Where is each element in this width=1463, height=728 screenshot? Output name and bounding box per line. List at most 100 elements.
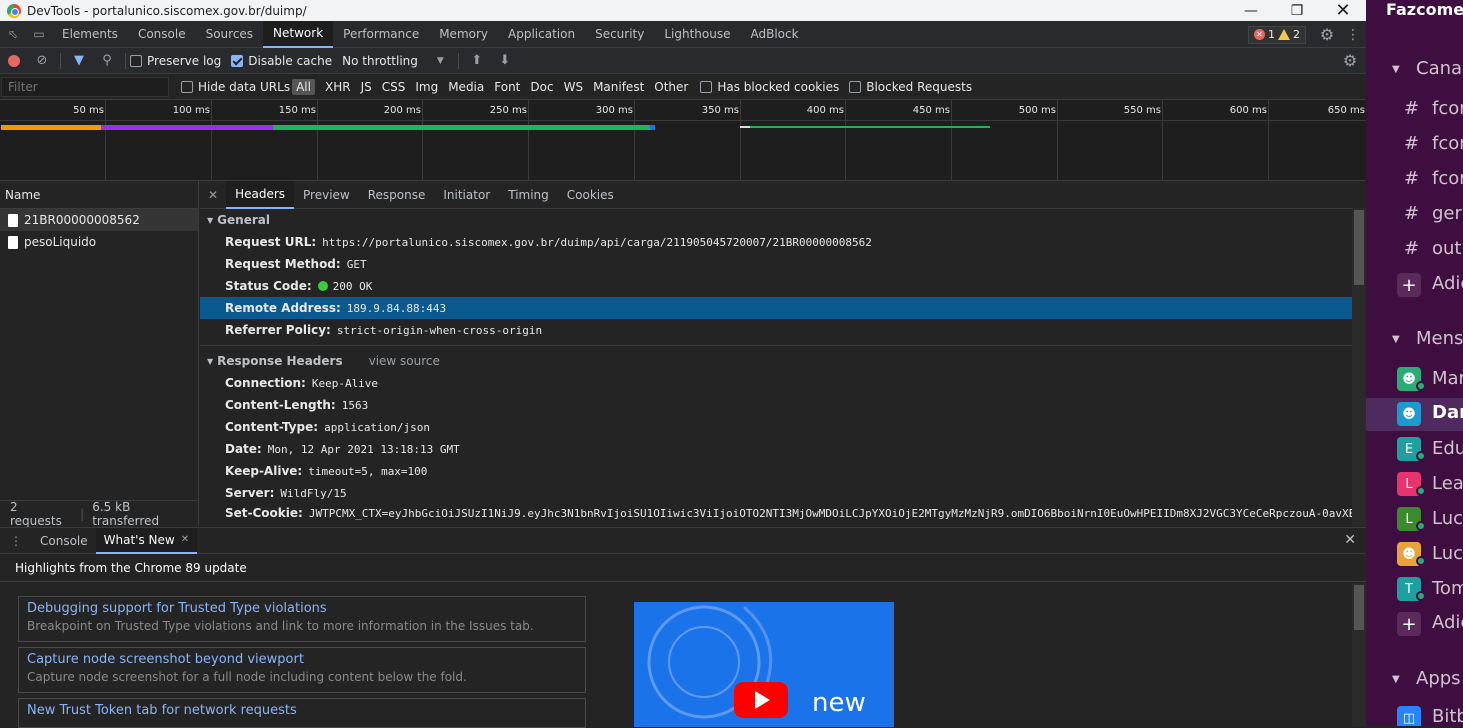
preserve-log-checkbox[interactable]: Preserve log — [130, 54, 221, 68]
feature-card[interactable]: New Trust Token tab for network requests — [18, 698, 586, 728]
drawer-scrollbar[interactable] — [1352, 583, 1366, 727]
whats-new-video-thumbnail[interactable]: new — [634, 602, 894, 727]
details-scrollbar[interactable] — [1352, 208, 1366, 526]
search-icon[interactable]: ⚲ — [93, 48, 121, 74]
filter-type-all[interactable]: All — [292, 79, 315, 95]
tab-response[interactable]: Response — [359, 181, 435, 209]
drawer-tab-whats-new[interactable]: What's New ✕ — [95, 527, 198, 554]
header-row-selected[interactable]: Remote Address: 189.9.84.88:443 — [200, 297, 1352, 319]
name-column-header[interactable]: Name — [0, 181, 198, 209]
filter-type-xhr[interactable]: XHR — [321, 79, 355, 95]
view-source-link[interactable]: view source — [369, 354, 440, 368]
record-icon[interactable] — [0, 48, 28, 74]
inspect-element-icon[interactable]: ⬁ — [0, 21, 26, 48]
feature-title-link[interactable]: Capture node screenshot beyond viewport — [27, 652, 577, 667]
tab-cookies[interactable]: Cookies — [558, 181, 623, 209]
channel-item[interactable]: fcor — [1432, 133, 1463, 154]
add-icon[interactable]: + — [1397, 612, 1421, 636]
checkbox-box[interactable] — [130, 54, 142, 67]
checkbox-box[interactable] — [849, 81, 862, 93]
scrollbar-thumb[interactable] — [1354, 585, 1364, 630]
throttling-select[interactable]: No throttling ▼ — [342, 54, 444, 68]
blocked-requests-checkbox[interactable]: Blocked Requests — [849, 80, 972, 94]
checkbox-box[interactable] — [181, 81, 193, 93]
tab-adblock[interactable]: AdBlock — [741, 21, 809, 48]
collapse-triangle-icon[interactable]: ▼ — [1392, 334, 1400, 345]
dm-item-selected[interactable]: ☻ Dan — [1366, 398, 1463, 431]
filter-input[interactable] — [1, 77, 169, 97]
filter-type-ws[interactable]: WS — [560, 79, 587, 95]
close-tab-icon[interactable]: ✕ — [181, 534, 189, 545]
filter-type-font[interactable]: Font — [490, 79, 524, 95]
feature-title-link[interactable]: New Trust Token tab for network requests — [27, 703, 577, 718]
disable-cache-checkbox[interactable]: Disable cache — [231, 54, 332, 68]
general-section-header[interactable]: ▼ General — [200, 209, 1352, 231]
filter-type-img[interactable]: Img — [411, 79, 442, 95]
feature-card[interactable]: Debugging support for Trusted Type viola… — [18, 596, 586, 642]
filter-type-doc[interactable]: Doc — [526, 79, 557, 95]
network-overview-timeline[interactable]: 50 ms 100 ms 150 ms 200 ms 250 ms 300 ms… — [0, 100, 1367, 181]
maximize-button[interactable]: ❐ — [1274, 0, 1320, 21]
request-row[interactable]: pesoLiquido — [0, 231, 198, 253]
channel-item[interactable]: outr — [1432, 238, 1463, 259]
export-har-icon[interactable]: ⬇ — [491, 48, 519, 74]
channel-item[interactable]: fcor — [1432, 98, 1463, 119]
tab-memory[interactable]: Memory — [429, 21, 498, 48]
hash-icon: # — [1404, 168, 1420, 189]
channel-item[interactable]: fcor — [1432, 168, 1463, 189]
more-menu-icon[interactable]: ⋮ — [1340, 21, 1366, 48]
filter-type-js[interactable]: JS — [357, 79, 376, 95]
close-details-icon[interactable]: ✕ — [200, 181, 226, 209]
tab-sources[interactable]: Sources — [196, 21, 263, 48]
tab-timing[interactable]: Timing — [499, 181, 558, 209]
filter-type-css[interactable]: CSS — [378, 79, 410, 95]
response-headers-section-header[interactable]: ▼ Response Headers view source — [200, 350, 1352, 372]
add-channel-link[interactable]: Adic — [1432, 273, 1463, 294]
tab-console[interactable]: Console — [128, 21, 196, 48]
channel-item[interactable]: gera — [1432, 203, 1463, 224]
header-key: Request URL: — [225, 235, 317, 249]
close-drawer-icon[interactable]: ✕ — [1344, 532, 1356, 548]
tab-initiator[interactable]: Initiator — [434, 181, 499, 209]
tab-security[interactable]: Security — [585, 21, 654, 48]
issues-badge[interactable]: ✕ 1 2 — [1248, 25, 1306, 44]
collapse-triangle-icon[interactable]: ▼ — [1392, 64, 1400, 75]
apps-header[interactable]: Apps — [1416, 668, 1461, 689]
channels-header[interactable]: Canai — [1416, 58, 1463, 79]
close-button[interactable]: ✕ — [1320, 0, 1366, 21]
feature-title-link[interactable]: Debugging support for Trusted Type viola… — [27, 601, 577, 616]
checkbox-box[interactable] — [700, 81, 713, 93]
dm-header[interactable]: Mensa — [1416, 328, 1463, 349]
has-blocked-cookies-checkbox[interactable]: Has blocked cookies — [700, 80, 839, 94]
clear-icon[interactable]: ⊘ — [28, 48, 56, 74]
tab-lighthouse[interactable]: Lighthouse — [654, 21, 740, 48]
minimize-button[interactable]: — — [1228, 0, 1274, 21]
device-toolbar-icon[interactable]: ▭ — [26, 21, 52, 48]
app-item[interactable]: Bitb — [1432, 706, 1463, 726]
scrollbar-thumb[interactable] — [1354, 210, 1364, 285]
filter-icon[interactable]: ▼ — [65, 48, 93, 74]
tab-elements[interactable]: Elements — [52, 21, 128, 48]
filter-type-manifest[interactable]: Manifest — [589, 79, 648, 95]
hide-data-urls-checkbox[interactable]: Hide data URLs — [181, 80, 290, 94]
tab-performance[interactable]: Performance — [333, 21, 429, 48]
drawer-menu-icon[interactable]: ⋮ — [0, 528, 32, 554]
request-row[interactable]: 21BR00000008562 — [0, 209, 198, 231]
checkbox-box[interactable] — [231, 54, 244, 67]
filter-type-other[interactable]: Other — [650, 79, 692, 95]
network-settings-gear-icon[interactable]: ⚙ — [1336, 48, 1364, 74]
add-icon[interactable]: + — [1397, 273, 1421, 297]
collapse-triangle-icon[interactable]: ▼ — [1392, 674, 1400, 685]
tab-network[interactable]: Network — [263, 20, 334, 48]
import-har-icon[interactable]: ⬆ — [463, 48, 491, 74]
add-dm-link[interactable]: Adic — [1432, 612, 1463, 633]
drawer-tab-console[interactable]: Console — [32, 528, 96, 554]
tab-headers[interactable]: Headers — [226, 180, 295, 209]
settings-gear-icon[interactable]: ⚙ — [1314, 21, 1340, 48]
workspace-name[interactable]: Fazcomex — [1366, 0, 1463, 21]
feature-card[interactable]: Capture node screenshot beyond viewport … — [18, 647, 586, 693]
tab-application[interactable]: Application — [498, 21, 585, 48]
filter-type-media[interactable]: Media — [444, 79, 488, 95]
header-value: application/json — [324, 420, 431, 434]
tab-preview[interactable]: Preview — [294, 181, 359, 209]
